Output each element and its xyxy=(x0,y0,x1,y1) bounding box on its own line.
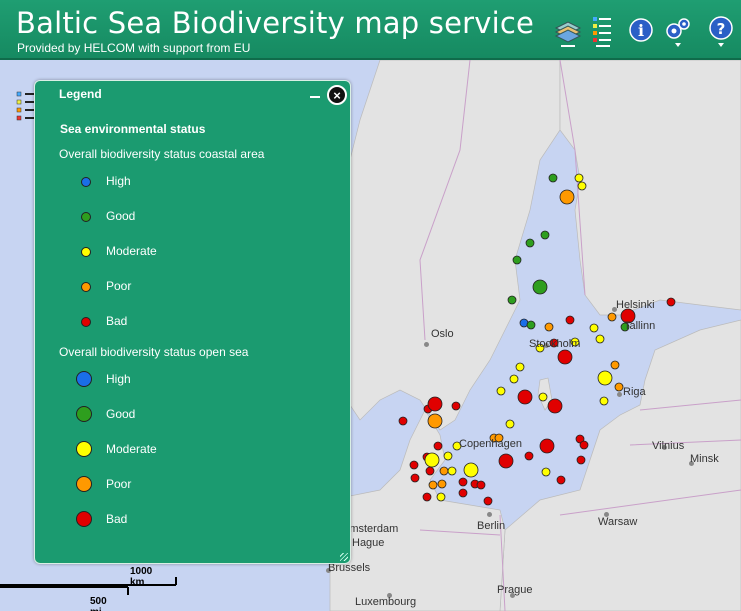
help-icon: ? xyxy=(709,16,733,47)
legend-symbol-bad-coastal xyxy=(81,317,91,327)
layers-button[interactable] xyxy=(553,14,583,50)
legend-resize-handle[interactable] xyxy=(340,553,348,561)
app-header: Baltic Sea Biodiversity map service Prov… xyxy=(0,0,741,60)
city-label: Minsk xyxy=(690,453,719,465)
scale-mi-label: 500 mi xyxy=(90,596,107,611)
city-label: Vilnius xyxy=(652,440,685,452)
legend-panel: Legend × Sea environmental status Overal… xyxy=(34,80,351,564)
legend-symbol-moderate-coastal xyxy=(81,247,91,257)
legend-symbol-moderate-open xyxy=(76,441,92,457)
app-title: Baltic Sea Biodiversity map service xyxy=(16,6,535,40)
city-label: Helsinki xyxy=(616,299,655,311)
legend-item-label: High xyxy=(106,372,131,386)
help-button[interactable]: ? xyxy=(706,14,736,50)
legend-symbol-good-open xyxy=(76,406,92,422)
svg-text:i: i xyxy=(638,21,644,40)
legend-item-label: Good xyxy=(106,209,136,223)
legend-symbol-high-coastal xyxy=(81,177,91,187)
city-label: Prague xyxy=(497,584,533,596)
legend-symbol-bad-open xyxy=(76,511,92,527)
close-icon: × xyxy=(333,88,341,103)
layers-icon xyxy=(554,21,582,47)
city-dot xyxy=(617,392,622,397)
legend-item-label: Good xyxy=(106,407,136,421)
svg-text:?: ? xyxy=(717,20,726,38)
scale-km-label: 1000 km xyxy=(130,566,153,588)
minimize-button[interactable] xyxy=(309,89,321,99)
close-button[interactable]: × xyxy=(327,85,347,105)
legend-item-label: Moderate xyxy=(106,244,157,258)
city-label: Oslo xyxy=(431,328,454,340)
legend-title: Legend xyxy=(59,87,102,101)
city-label: Luxembourg xyxy=(355,596,417,608)
minimize-icon xyxy=(310,96,320,98)
legend-item-label: High xyxy=(106,174,131,188)
info-icon: i xyxy=(629,18,653,42)
legend-symbol-poor-coastal xyxy=(81,282,91,292)
app-subtitle: Provided by HELCOM with support from EU xyxy=(17,41,251,55)
city-label: Berlin xyxy=(477,520,506,532)
legend-item-label: Moderate xyxy=(106,442,157,456)
legend-symbol-good-coastal xyxy=(81,212,91,222)
legend-item-label: Poor xyxy=(106,279,132,293)
legend-item-label: Bad xyxy=(106,512,128,526)
city-label: Warsaw xyxy=(598,516,638,528)
legend-section-title: Sea environmental status xyxy=(60,122,206,136)
legend-symbol-high-open xyxy=(76,371,92,387)
city-label: Stockholm xyxy=(529,338,581,350)
city-label: Riga xyxy=(623,386,646,398)
city-label: Copenhagen xyxy=(459,438,523,450)
legend-list-icon xyxy=(593,17,611,47)
tools-gear-icon xyxy=(666,18,690,47)
legend-item-label: Poor xyxy=(106,477,132,491)
tools-button[interactable] xyxy=(663,14,693,50)
legend-item-label: Bad xyxy=(106,314,128,328)
legend-coastal-title: Overall biodiversity status coastal area xyxy=(59,147,265,161)
legend-symbol-poor-open xyxy=(76,476,92,492)
legend-open-sea-title: Overall biodiversity status open sea xyxy=(59,345,249,359)
legend-toggle-button[interactable] xyxy=(588,14,618,50)
city-dot xyxy=(424,342,429,347)
city-label: Tallinn xyxy=(624,320,656,332)
city-label: Hague xyxy=(352,537,385,549)
info-button[interactable]: i xyxy=(626,14,656,50)
city-dot xyxy=(487,512,492,517)
